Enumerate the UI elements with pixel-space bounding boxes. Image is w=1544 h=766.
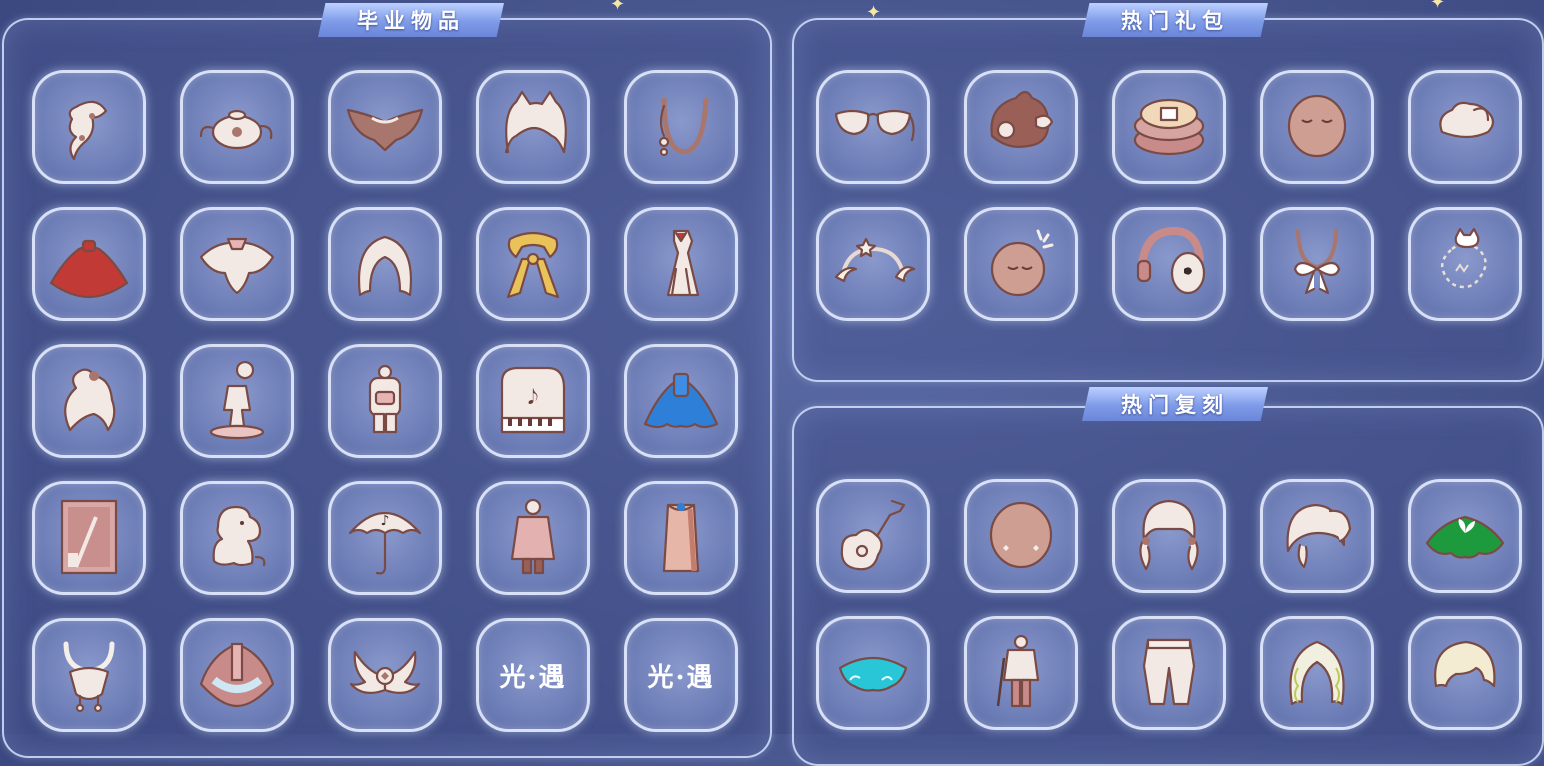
graduation-item-slot[interactable] [476, 207, 590, 321]
bear-hat-icon [978, 82, 1064, 172]
graduation-item-slot[interactable] [476, 481, 590, 595]
cyan-cape-icon [830, 628, 916, 718]
graduation-item-slot[interactable] [328, 344, 442, 458]
sky-logo-icon: 光·遇 [647, 662, 715, 693]
graduation-item-slot[interactable] [328, 207, 442, 321]
statue-prop-icon [194, 356, 280, 446]
moth-wing-mask-icon [342, 82, 428, 172]
graduation-item-slot[interactable] [32, 481, 146, 595]
gift-item-slot[interactable] [1408, 70, 1522, 184]
painting-card-icon [46, 493, 132, 583]
graduation-item-slot[interactable]: 𝅘𝅥𝅮 [476, 344, 590, 458]
twin-tail-hair-icon [1126, 491, 1212, 581]
graduation-item-slot[interactable] [328, 618, 442, 732]
rerun-item-slot[interactable] [964, 479, 1078, 593]
svg-text:♪: ♪ [381, 513, 390, 529]
pendant-necklace-icon [638, 82, 724, 172]
graduation-item-slot[interactable]: 光·遇 [624, 618, 738, 732]
gift-item-slot[interactable] [816, 207, 930, 321]
graduation-item-slot[interactable] [32, 207, 146, 321]
sparkle-mask-icon [978, 219, 1064, 309]
sleepy-mask-icon [1274, 82, 1360, 172]
hot-reruns-title: 热门复刻 [1082, 387, 1268, 421]
graduation-item-slot[interactable] [32, 70, 146, 184]
rerun-item-slot[interactable] [1408, 616, 1522, 730]
piano-icon: 𝅘𝅥𝅮 [490, 356, 576, 446]
graduation-item-slot[interactable] [476, 70, 590, 184]
gift-item-slot[interactable] [1112, 70, 1226, 184]
graduation-item-slot[interactable] [180, 618, 294, 732]
rerun-item-slot[interactable] [1112, 616, 1226, 730]
rerun-item-slot[interactable] [816, 616, 930, 730]
gift-item-slot[interactable] [1112, 207, 1226, 321]
green-cape-icon [1422, 491, 1508, 581]
golden-scarf-icon [490, 219, 576, 309]
graduation-item-slot[interactable]: ♪ [328, 481, 442, 595]
rerun-item-slot[interactable] [964, 616, 1078, 730]
backpack-outfit-icon [342, 356, 428, 446]
graduation-item-slot[interactable] [624, 70, 738, 184]
cat-spirit-icon [1422, 219, 1508, 309]
bow-necklace-icon [1274, 219, 1360, 309]
graduation-items-title: 毕业物品 [318, 3, 504, 37]
short-hair-icon [1422, 628, 1508, 718]
gift-item-slot[interactable] [816, 70, 930, 184]
graduation-item-slot[interactable]: 光·遇 [476, 618, 590, 732]
graduation-item-slot[interactable] [180, 344, 294, 458]
bun-hair-icon [46, 356, 132, 446]
swordsman-outfit-icon [978, 628, 1064, 718]
umbrella-icon: ♪ [342, 493, 428, 583]
sky-star-1: ✦ [610, 0, 626, 15]
cat-ear-hair-icon [490, 82, 576, 172]
headphones-icon [1126, 219, 1212, 309]
rerun-item-slot[interactable] [1112, 479, 1226, 593]
antler-mask-icon [46, 630, 132, 720]
graduation-item-slot[interactable] [180, 481, 294, 595]
gift-item-slot[interactable] [1260, 70, 1374, 184]
moomin-doll-icon [194, 493, 280, 583]
sunglasses-icon [830, 82, 916, 172]
sky-logo-icon: 光·遇 [499, 662, 567, 693]
pink-wing-cape-icon [194, 219, 280, 309]
blue-cape-icon [638, 356, 724, 446]
wing-mask-icon [342, 630, 428, 720]
braid-hair-icon [46, 82, 132, 172]
pants-icon [1126, 628, 1212, 718]
graduation-item-slot[interactable] [624, 344, 738, 458]
robe-outfit-icon [638, 493, 724, 583]
rerun-item-slot[interactable] [1260, 479, 1374, 593]
graduation-item-slot[interactable] [180, 207, 294, 321]
graduation-item-slot[interactable] [32, 618, 146, 732]
rerun-item-slot[interactable] [1260, 616, 1374, 730]
moon-headband-icon [830, 219, 916, 309]
svg-text:𝅘𝅥𝅮: 𝅘𝅥𝅮 [528, 385, 538, 409]
gift-item-slot[interactable] [964, 207, 1078, 321]
graduation-item-slot[interactable] [624, 481, 738, 595]
gift-item-slot[interactable] [1260, 207, 1374, 321]
gift-item-slot[interactable] [1408, 207, 1522, 321]
hot-gifts-title: 热门礼包 [1082, 3, 1268, 37]
graduation-item-slot[interactable] [624, 207, 738, 321]
graduation-item-slot[interactable] [180, 70, 294, 184]
guitar-icon [830, 491, 916, 581]
curly-hair-icon [1274, 628, 1360, 718]
graduation-item-slot[interactable] [328, 70, 442, 184]
gift-item-slot[interactable] [964, 70, 1078, 184]
dress-outfit-icon [638, 219, 724, 309]
hair-clip-icon [1422, 82, 1508, 172]
long-hair-icon [342, 219, 428, 309]
red-cape-icon [46, 219, 132, 309]
coat-outfit-icon [490, 493, 576, 583]
blush-mask-icon [978, 491, 1064, 581]
teapot-icon [194, 82, 280, 172]
ornate-cape-icon [194, 630, 280, 720]
rerun-item-slot[interactable] [816, 479, 930, 593]
cake-prop-icon [1126, 82, 1212, 172]
graduation-item-slot[interactable] [32, 344, 146, 458]
ponytail-hair-icon [1274, 491, 1360, 581]
sky-star-3: ✦ [1430, 0, 1446, 13]
rerun-item-slot[interactable] [1408, 479, 1522, 593]
